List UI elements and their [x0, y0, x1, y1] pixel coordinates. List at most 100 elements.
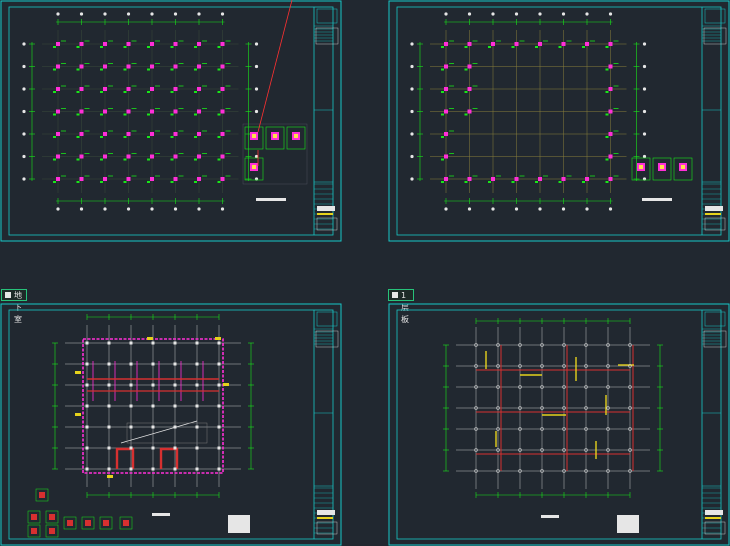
- column-detail-core: [273, 134, 277, 138]
- first-floor-slab-plan: [388, 303, 730, 546]
- column-marker: [491, 177, 495, 181]
- section-detail-core: [49, 514, 55, 520]
- column-marker: [538, 177, 542, 181]
- column-tag: [605, 68, 609, 71]
- column-tag: [147, 68, 150, 71]
- column-tag: [194, 91, 197, 93]
- annotation-tag: [223, 383, 229, 386]
- column-tag: [535, 181, 538, 183]
- drawing-sheet-2[interactable]: [388, 0, 730, 242]
- column-tag: [441, 158, 444, 161]
- column-tag: [123, 91, 127, 93]
- column-marker: [217, 446, 221, 450]
- column-marker: [608, 42, 613, 46]
- axis-bubble: [642, 109, 647, 114]
- layout-tab-first-floor[interactable]: 1层板: [388, 289, 414, 324]
- column-marker: [126, 132, 131, 136]
- column-marker: [608, 87, 613, 91]
- column-tag: [464, 91, 468, 93]
- column-tag: [100, 91, 103, 93]
- column-marker: [195, 341, 199, 345]
- column-tag: [147, 46, 150, 48]
- column-tag: [100, 68, 103, 71]
- column-marker: [197, 177, 201, 181]
- column-marker: [197, 87, 201, 91]
- axis-bubble: [150, 207, 154, 211]
- column-tag: [100, 113, 103, 116]
- column-marker: [151, 467, 155, 471]
- scale-bar: [152, 513, 170, 516]
- outer-border: [0, 0, 342, 242]
- column-tag: [441, 68, 444, 71]
- title-block-stamp: [317, 510, 335, 515]
- column-marker: [126, 87, 131, 91]
- column-tag: [488, 181, 491, 183]
- column-marker: [56, 132, 60, 136]
- column-tag: [76, 91, 80, 93]
- column-tag: [53, 68, 56, 71]
- column-marker: [514, 177, 519, 181]
- title-block-table: [703, 27, 727, 45]
- drawing-sheet-4[interactable]: [388, 303, 730, 546]
- axis-bubble: [79, 207, 84, 211]
- column-detail-core: [660, 165, 664, 169]
- column-tag: [76, 181, 80, 183]
- column-tag: [511, 181, 515, 183]
- column-tag: [441, 136, 444, 138]
- column-marker: [85, 341, 89, 345]
- column-marker: [467, 64, 472, 69]
- column-marker: [56, 87, 60, 91]
- column-marker: [85, 467, 89, 471]
- column-marker: [217, 362, 221, 366]
- column-marker: [56, 177, 60, 181]
- axis-bubble: [197, 12, 201, 16]
- column-tag: [511, 46, 515, 48]
- column-tag: [194, 181, 197, 183]
- drawing-sheet-3[interactable]: [0, 303, 342, 546]
- axis-bubble: [22, 64, 26, 69]
- column-marker: [56, 154, 60, 159]
- column-marker: [173, 446, 177, 450]
- column-marker: [491, 42, 495, 46]
- column-marker: [129, 446, 133, 450]
- column-marker: [220, 177, 225, 181]
- column-marker: [151, 341, 155, 345]
- column-tag: [170, 91, 174, 93]
- column-marker: [103, 87, 107, 91]
- column-tag: [464, 113, 468, 116]
- layout-tab-basement[interactable]: 地下室: [1, 289, 27, 324]
- column-tag: [194, 158, 197, 161]
- foundation-plan: [388, 0, 730, 242]
- axis-bubble: [491, 12, 495, 16]
- column-marker: [79, 42, 84, 46]
- axis-bubble: [538, 207, 542, 211]
- ramp-area: [126, 422, 208, 444]
- inner-border: [396, 309, 722, 540]
- column-tag: [605, 136, 609, 138]
- drawing-sheet-1[interactable]: [0, 0, 342, 242]
- axis-bubble: [642, 154, 647, 159]
- column-tag: [194, 136, 197, 138]
- column-marker: [197, 154, 201, 159]
- column-marker: [585, 177, 589, 181]
- axis-bubble: [410, 87, 414, 91]
- column-tag: [76, 136, 80, 138]
- axis-bubble: [444, 12, 448, 16]
- column-marker: [129, 383, 133, 387]
- axis-bubble: [22, 177, 26, 181]
- column-marker: [150, 132, 154, 136]
- column-marker: [217, 341, 221, 345]
- column-marker: [173, 341, 177, 345]
- axis-bubble: [173, 12, 178, 16]
- column-tag: [147, 91, 150, 93]
- column-marker: [173, 87, 178, 91]
- column-tag: [464, 46, 468, 48]
- column-marker: [195, 362, 199, 366]
- column-tag: [535, 46, 538, 48]
- column-marker: [126, 177, 131, 181]
- column-marker: [150, 177, 154, 181]
- column-marker: [173, 362, 177, 366]
- column-marker: [126, 109, 131, 114]
- column-tag: [53, 91, 56, 93]
- column-tag: [147, 158, 150, 161]
